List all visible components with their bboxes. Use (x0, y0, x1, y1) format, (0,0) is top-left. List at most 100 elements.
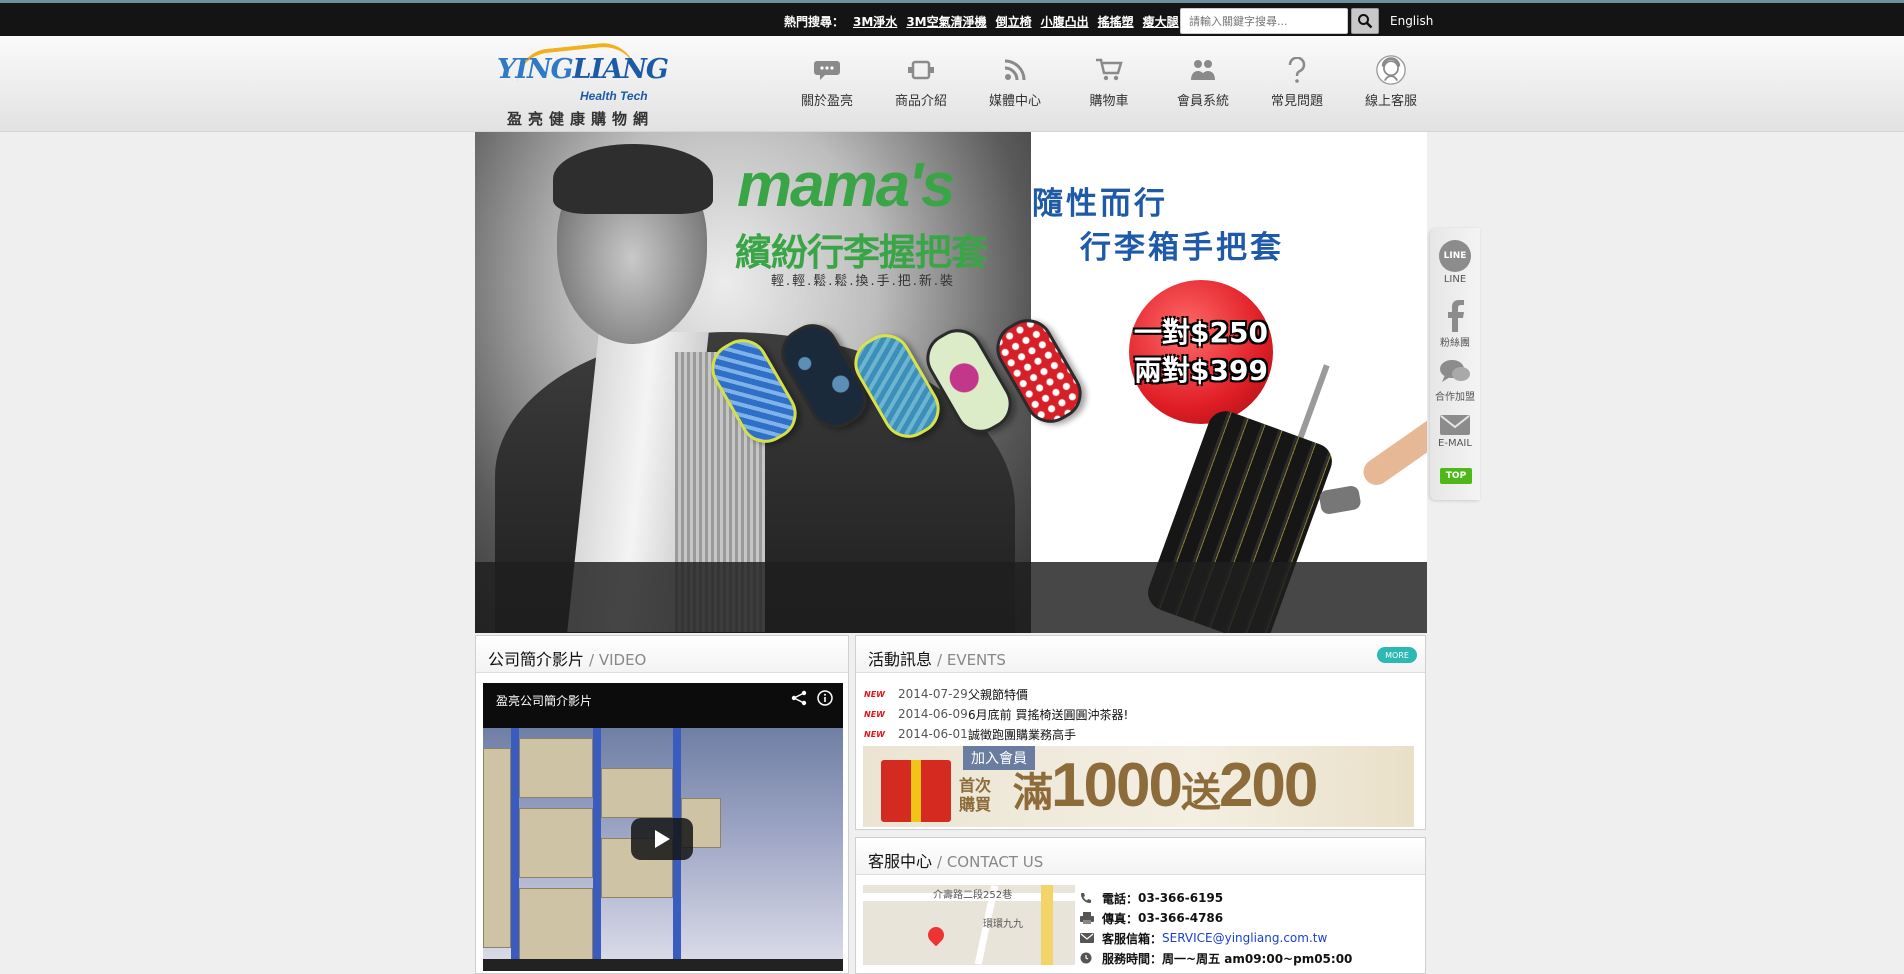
nav-item-media[interactable]: 媒體中心 (968, 56, 1062, 109)
location-map[interactable]: 介壽路二段252巷 環環九九 (863, 885, 1075, 965)
event-item[interactable]: NEW 2014-06-01 誠徵跑團購業務高手 (864, 724, 1128, 744)
hot-link-thigh[interactable]: 瘦大腿 (1143, 13, 1179, 30)
fax-label: 傳真： (1102, 911, 1139, 926)
nav-label-support: 線上客服 (1364, 94, 1417, 109)
site-header: YINGLIANG Health Tech 盈亮健康購物網 關於盈亮 商品介紹 … (0, 36, 1904, 132)
side-label-email: E-MAIL (1438, 438, 1472, 449)
side-label-cooperation: 合作加盟 (1435, 392, 1475, 403)
contact-list: 電話： 03-366-6195 傳真： 03-366-4786 客服信箱： SE… (1080, 888, 1352, 968)
nav-item-support[interactable]: 線上客服 (1344, 55, 1438, 109)
contact-email: 客服信箱： SERVICE@yingliang.com.tw (1080, 928, 1352, 948)
video-title-en: / VIDEO (589, 651, 647, 669)
events-title-cn: 活動訊息 (868, 650, 933, 669)
member-promo-banner[interactable]: 加入會員 首次購買 滿1000送200 (863, 746, 1414, 827)
promo-gift-amount: 200 (1218, 751, 1318, 820)
video-progress-bar[interactable] (483, 959, 843, 971)
contact-phone: 電話： 03-366-6195 (1080, 888, 1352, 908)
nav-item-cart[interactable]: 購物車 (1062, 56, 1156, 109)
play-icon (655, 830, 670, 848)
banner-caption-bar (475, 562, 1427, 633)
events-list: NEW 2014-07-29 父親節特價 NEW 2014-06-09 6月底前… (864, 684, 1128, 744)
logo-word-ying: YING (497, 54, 574, 85)
info-icon[interactable] (817, 690, 833, 706)
phone-icon (1080, 892, 1102, 904)
play-button[interactable] (631, 818, 693, 860)
main-nav: 關於盈亮 商品介紹 媒體中心 購物車 會員系統 常見問題 線上客服 (780, 55, 1438, 109)
fax-value: 03-366-4786 (1138, 911, 1224, 925)
map-pin-icon (924, 923, 948, 947)
rss-icon (1000, 56, 1030, 84)
product-icon (906, 56, 936, 84)
hot-link-3m-water[interactable]: 3M淨水 (853, 13, 897, 30)
video-title-cn: 公司簡介影片 (488, 650, 585, 669)
promo-song: 送 (1180, 771, 1221, 815)
new-badge: NEW (864, 689, 885, 699)
side-fanpage[interactable]: 粉絲團 (1430, 300, 1480, 349)
hot-link-rocker[interactable]: 搖搖塑 (1098, 13, 1134, 30)
event-title: 誠徵跑團購業務高手 (968, 727, 1077, 742)
events-more-button[interactable]: MORE (1377, 647, 1417, 663)
event-item[interactable]: NEW 2014-07-29 父親節特價 (864, 684, 1128, 704)
contact-panel: 客服中心 / CONTACT US 介壽路二段252巷 環環九九 電話： 03-… (855, 837, 1426, 974)
nav-item-members[interactable]: 會員系統 (1156, 56, 1250, 109)
site-logo[interactable]: YINGLIANG Health Tech 盈亮健康購物網 (497, 39, 685, 128)
clock-icon (1080, 952, 1102, 964)
search-input[interactable] (1180, 8, 1348, 34)
logo-chinese-name: 盈亮健康購物網 (507, 110, 655, 128)
contact-title-cn: 客服中心 (868, 852, 933, 871)
contact-fax: 傳真： 03-366-4786 (1080, 908, 1352, 928)
nav-label-products: 商品介紹 (894, 94, 947, 109)
contact-title-en: / CONTACT US (937, 853, 1044, 871)
hours-value: 周一~周五 am09:00~pm05:00 (1162, 951, 1353, 966)
banner-subline: 輕.輕.鬆.鬆.換.手.把.新.裝 (771, 274, 956, 289)
facebook-icon (1448, 300, 1464, 332)
phone-value: 03-366-6195 (1138, 891, 1224, 905)
hot-link-inversion-chair[interactable]: 倒立椅 (996, 13, 1032, 30)
banner-brand: mama's (737, 151, 955, 220)
line-icon: LINE (1439, 240, 1471, 272)
fax-icon (1080, 912, 1102, 924)
nav-item-products[interactable]: 商品介紹 (874, 56, 968, 109)
mail-icon (1080, 933, 1102, 943)
contact-hours: 服務時間： 周一~周五 am09:00~pm05:00 (1080, 948, 1352, 968)
chat-bubbles-icon (1440, 360, 1470, 382)
nav-label-faq: 常見問題 (1270, 94, 1323, 109)
cart-icon (1094, 56, 1124, 84)
share-icon[interactable] (791, 690, 807, 706)
event-item[interactable]: NEW 2014-06-09 6月底前 買搖椅送圓圓沖茶器! (864, 704, 1128, 724)
side-line[interactable]: LINE LINE (1430, 240, 1480, 285)
hot-link-3m-air-purifier[interactable]: 3M空氣清淨機 (906, 13, 986, 30)
phone-label: 電話： (1102, 891, 1139, 906)
event-title: 6月底前 買搖椅送圓圓沖茶器! (968, 707, 1129, 722)
back-to-top-button[interactable]: TOP (1440, 468, 1472, 484)
nav-item-faq[interactable]: 常見問題 (1250, 56, 1344, 109)
event-date: 2014-06-01 (898, 727, 968, 741)
banner-headline-1: 隨性而行 (1032, 186, 1168, 222)
nav-item-about[interactable]: 關於盈亮 (780, 56, 874, 109)
price-two-pairs: 兩對$399 (1134, 354, 1268, 387)
hot-link-belly[interactable]: 小腹凸出 (1041, 13, 1089, 30)
price-one-pair: 一對$250 (1134, 316, 1268, 349)
events-title-en: / EVENTS (937, 651, 1006, 669)
events-panel-header: 活動訊息 / EVENTS (856, 636, 1425, 673)
support-avatar-icon (1376, 55, 1406, 85)
logo-word-liang: LIANG (572, 54, 669, 85)
banner-headline-2: 繽紛行李握把套 (735, 231, 988, 274)
video-player-title: 盈亮公司簡介影片 (496, 694, 593, 708)
nav-label-media: 媒體中心 (988, 94, 1041, 109)
promo-amount: 1000 (1051, 751, 1183, 820)
event-title: 父親節特價 (968, 687, 1029, 702)
side-email[interactable]: E-MAIL (1430, 414, 1480, 449)
floating-side-panel: LINE LINE 粉絲團 合作加盟 E-MAIL TOP (1430, 228, 1480, 500)
promo-man: 滿 (1013, 771, 1053, 815)
hours-label: 服務時間： (1102, 951, 1163, 966)
hero-banner[interactable]: mama's 隨性而行 繽紛行李握把套 行李箱手把套 輕.輕.鬆.鬆.換.手.把… (475, 132, 1427, 633)
email-link[interactable]: SERVICE@yingliang.com.tw (1162, 931, 1327, 945)
video-player[interactable]: 盈亮公司簡介影片 (483, 683, 843, 971)
side-cooperation[interactable]: 合作加盟 (1430, 358, 1480, 403)
map-poi-label: 環環九九 (983, 919, 1023, 930)
side-label-fanpage: 粉絲團 (1440, 338, 1470, 349)
language-link-english[interactable]: English (1390, 14, 1433, 28)
new-badge: NEW (864, 709, 885, 719)
search-button[interactable] (1351, 8, 1379, 34)
